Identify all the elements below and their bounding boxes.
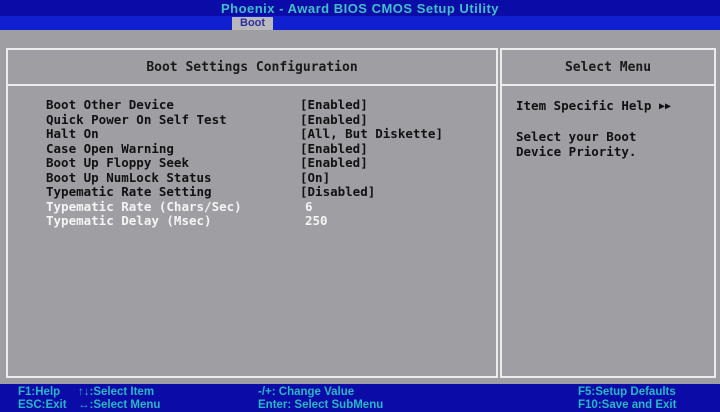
tab-boot[interactable]: Boot: [232, 17, 274, 30]
hint-select-menu: ↔:Select Menu: [78, 399, 161, 411]
hint-f1-help: F1:Help: [18, 386, 61, 398]
setting-label: Typematic Rate Setting: [46, 184, 212, 199]
panel-title: Boot Settings Configuration: [8, 50, 496, 86]
setting-value[interactable]: [Disabled]: [300, 184, 375, 200]
setting-label: Case Open Warning: [46, 140, 174, 156]
double-arrow-right-icon: ▶▶: [659, 101, 672, 112]
help-text: Select your Boot Device Priority.: [516, 129, 637, 159]
setting-value[interactable]: [Enabled]: [300, 155, 368, 171]
help-title-label: Item Specific Help: [516, 98, 652, 113]
help-panel-title: Select Menu: [502, 50, 714, 86]
setting-value[interactable]: 6: [305, 199, 313, 215]
setting-row[interactable]: Typematic Rate (Chars/Sec) 6: [46, 198, 496, 215]
setting-row[interactable]: Quick Power On Self Test [Enabled]: [46, 111, 496, 128]
setting-value[interactable]: 250: [305, 213, 328, 229]
setting-label: Boot Up NumLock Status: [46, 169, 212, 185]
setting-row[interactable]: Boot Up Floppy Seek [Enabled]: [46, 155, 496, 171]
setting-row[interactable]: Case Open Warning [Enabled]: [46, 140, 496, 157]
help-panel: Select Menu Item Specific Help ▶▶ Select…: [500, 48, 716, 378]
boot-settings-panel: Boot Settings Configuration Boot Other D…: [6, 48, 498, 378]
setting-value[interactable]: [All, But Diskette]: [300, 126, 443, 142]
setting-row[interactable]: Boot Up NumLock Status [On]: [46, 169, 496, 186]
setting-label: Halt On: [46, 126, 99, 141]
setting-label: Typematic Rate (Chars/Sec): [46, 198, 242, 214]
setting-label: Typematic Delay (Msec): [46, 213, 212, 228]
setting-value[interactable]: [Enabled]: [300, 112, 368, 128]
app-title: Phoenix - Award BIOS CMOS Setup Utility: [220, 1, 500, 16]
hint-enter-submenu: Enter: Select SubMenu: [258, 399, 384, 411]
settings-list: Boot Other Device [Enabled] Quick Power On…: [46, 97, 496, 229]
setting-row[interactable]: Halt On [All, But Diskette]: [46, 126, 496, 142]
hint-esc-exit: ESC:Exit: [18, 399, 67, 411]
menu-bar: [0, 16, 720, 30]
hint-f5-setup-defaults: F5:Setup Defaults: [578, 386, 676, 398]
setting-label: Boot Other Device: [46, 97, 174, 112]
key-hints-bar: F1:Help ESC:Exit ↑↓:Select Item ↔:Select…: [0, 384, 720, 412]
setting-value[interactable]: [On]: [300, 170, 330, 186]
setting-row[interactable]: Typematic Rate Setting [Disabled]: [46, 184, 496, 200]
setting-value[interactable]: [Enabled]: [300, 97, 368, 113]
hint-select-item: ↑↓:Select Item: [78, 386, 155, 398]
setting-label: Boot Up Floppy Seek: [46, 155, 189, 170]
setting-row[interactable]: Boot Other Device [Enabled]: [46, 97, 496, 113]
setting-label: Quick Power On Self Test: [46, 111, 227, 127]
help-body: Item Specific Help ▶▶ Select your Boot D…: [516, 98, 708, 159]
setting-row[interactable]: Typematic Delay (Msec) 250: [46, 213, 496, 229]
hint-change-value: -/+: Change Value: [258, 386, 355, 398]
setting-value[interactable]: [Enabled]: [300, 141, 368, 157]
title-bar: Phoenix - Award BIOS CMOS Setup Utility …: [0, 0, 720, 30]
help-title: Item Specific Help ▶▶: [516, 98, 708, 114]
hint-f10-save-exit: F10:Save and Exit: [578, 399, 677, 411]
